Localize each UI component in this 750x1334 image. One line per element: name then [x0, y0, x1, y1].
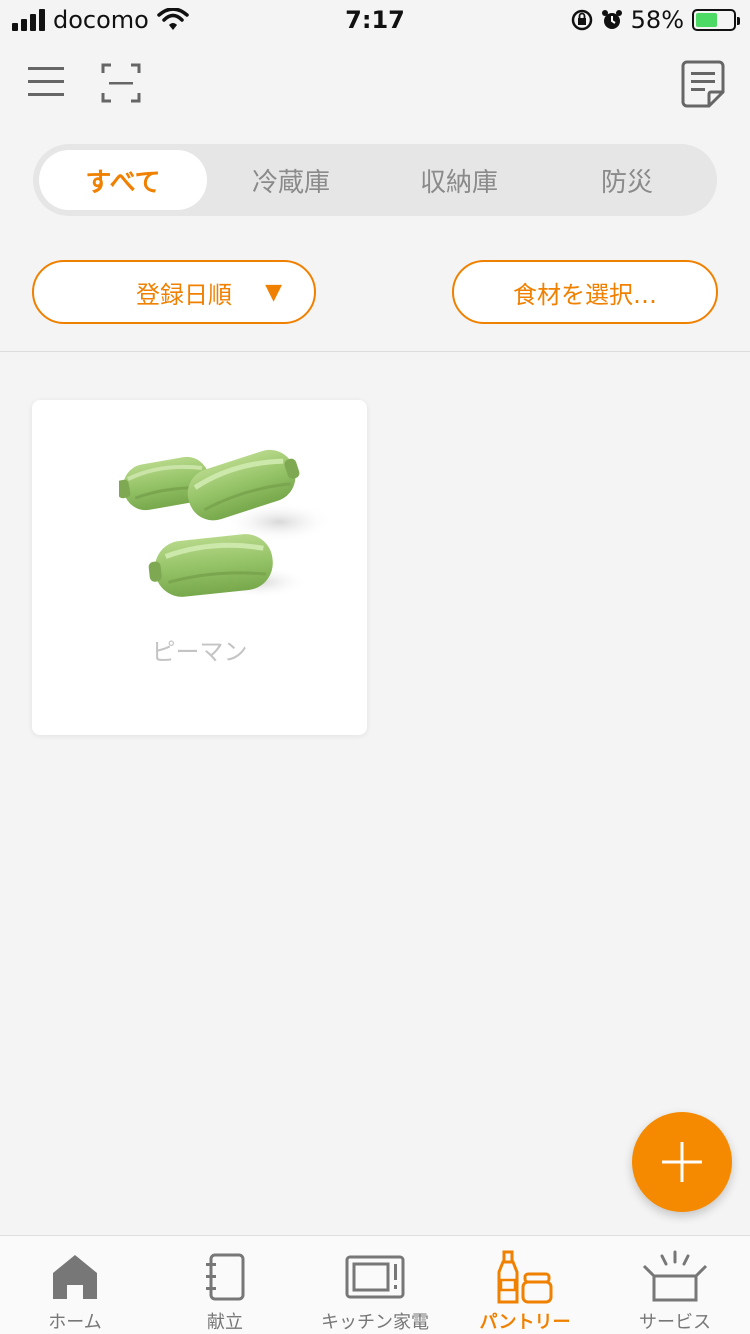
bottom-navigation: ホーム 献立 キッチン家電 パントリー サービス	[0, 1235, 750, 1334]
nav-appliances[interactable]: キッチン家電	[300, 1236, 450, 1334]
add-item-button[interactable]	[632, 1112, 732, 1212]
sort-dropdown[interactable]: 登録日順 ▼	[32, 260, 316, 324]
rotation-lock-icon	[571, 9, 592, 31]
memo-icon[interactable]	[680, 60, 726, 108]
battery-charging-icon	[692, 9, 740, 31]
item-name: ピーマン	[151, 638, 248, 666]
menu-icon[interactable]	[24, 60, 68, 104]
chevron-down-icon: ▼	[265, 279, 282, 305]
sort-label: 登録日順	[136, 280, 232, 309]
storage-segmented-control: すべて 冷蔵庫 収納庫 防災	[33, 144, 717, 216]
nav-service[interactable]: サービス	[600, 1236, 750, 1334]
tab-disaster[interactable]: 防災	[543, 150, 711, 210]
ingredient-select-button[interactable]: 食材を選択…	[452, 260, 718, 324]
status-bar: docomo 7:17 58%	[0, 0, 750, 40]
nav-service-label: サービス	[639, 1312, 711, 1333]
microwave-icon	[345, 1255, 405, 1299]
tab-all[interactable]: すべて	[39, 150, 207, 210]
nav-menu-label: 献立	[207, 1312, 243, 1333]
open-box-icon	[642, 1250, 708, 1302]
pantry-bottles-icon	[497, 1250, 553, 1304]
tab-storage[interactable]: 収納庫	[375, 150, 543, 210]
item-card[interactable]: ピーマン	[32, 400, 367, 735]
battery-percent: 58%	[630, 6, 684, 34]
nav-pantry-label: パントリー	[479, 1312, 571, 1333]
nav-home-label: ホーム	[48, 1312, 102, 1333]
nav-pantry[interactable]: パントリー	[450, 1236, 600, 1334]
green-pepper-photo	[119, 449, 331, 598]
ingredient-select-label: 食材を選択…	[513, 280, 657, 309]
divider	[0, 351, 750, 352]
nav-home[interactable]: ホーム	[0, 1236, 150, 1334]
home-icon	[53, 1255, 97, 1299]
nav-menu[interactable]: 献立	[150, 1236, 300, 1334]
nav-appliances-label: キッチン家電	[321, 1312, 429, 1333]
tab-fridge[interactable]: 冷蔵庫	[207, 150, 375, 210]
alarm-icon	[601, 10, 622, 29]
scan-icon[interactable]	[100, 62, 142, 104]
notebook-icon	[206, 1253, 245, 1301]
plus-icon	[662, 1142, 702, 1182]
